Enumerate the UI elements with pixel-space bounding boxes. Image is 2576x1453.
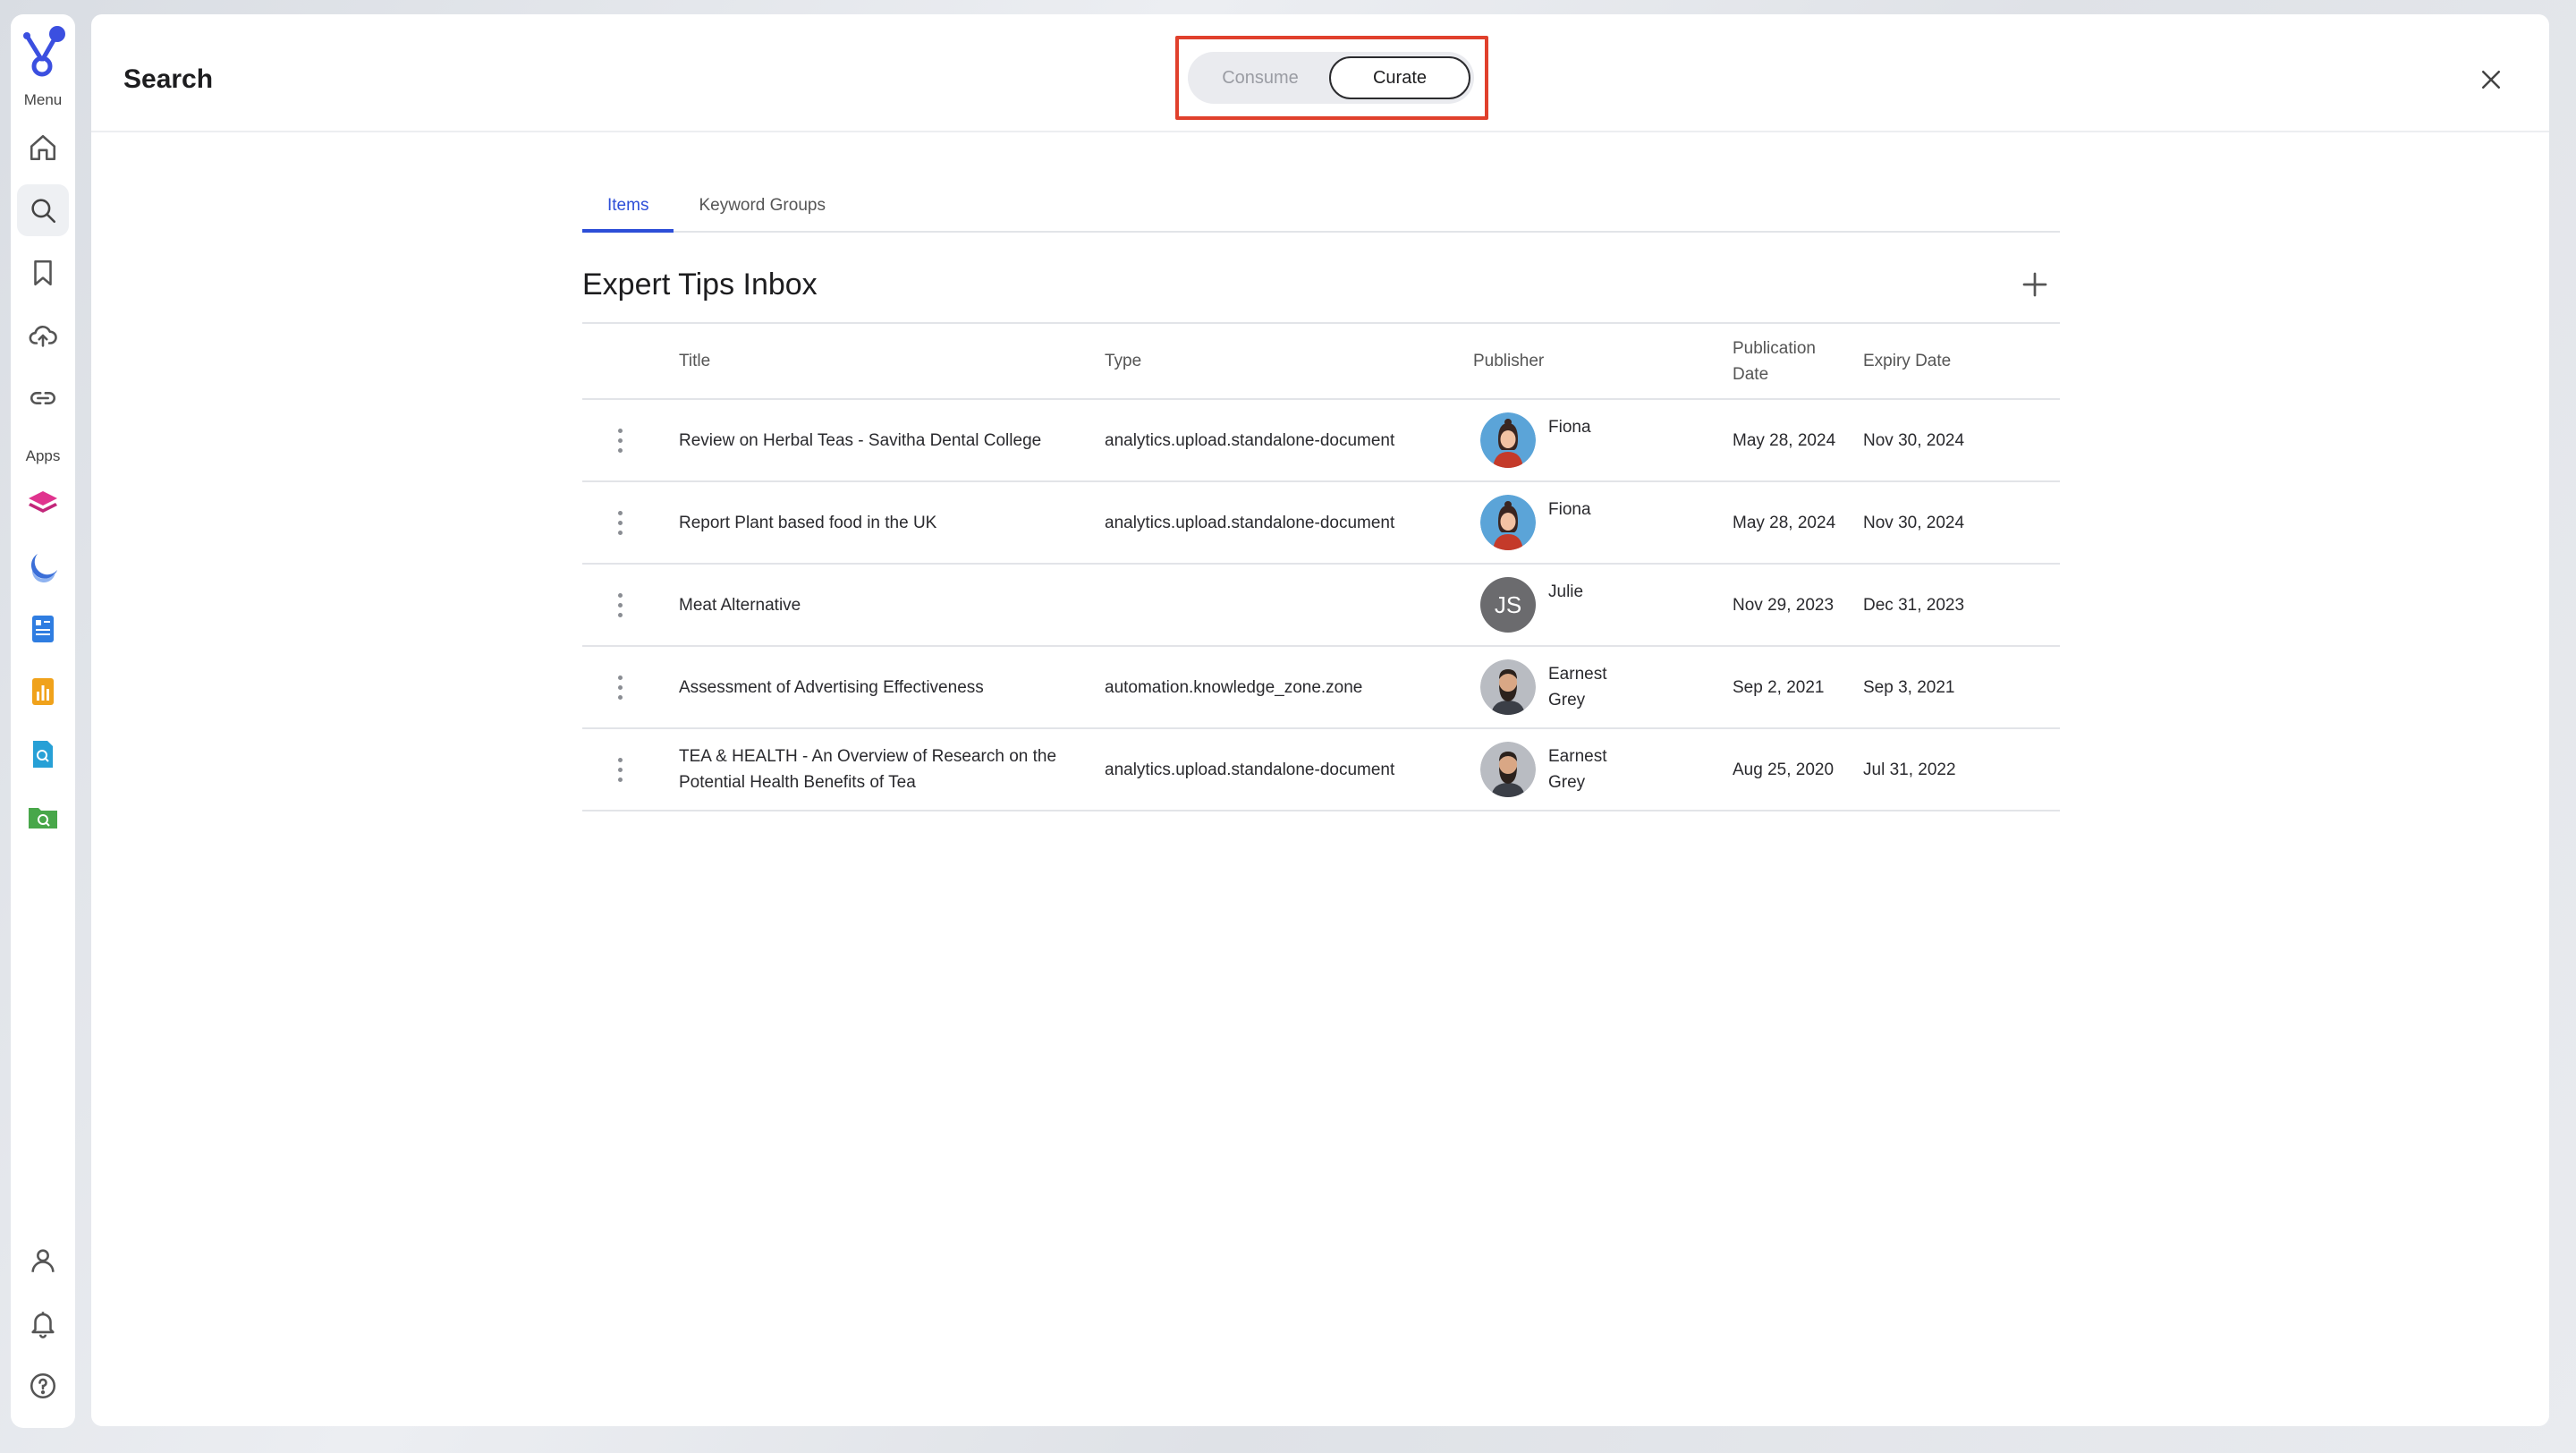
bell-icon (31, 1312, 55, 1338)
row-publication-date: May 28, 2024 (1733, 399, 1863, 482)
nav-upload-button[interactable] (17, 310, 69, 361)
row-title[interactable]: Meat Alternative (679, 564, 1105, 647)
row-publisher: JS Julie (1473, 577, 1733, 633)
app-moon-button[interactable] (17, 540, 69, 592)
upload-cloud-icon (29, 326, 57, 347)
table-row[interactable]: Report Plant based food in the UK analyt… (582, 481, 2060, 565)
menu-label: Menu (23, 91, 63, 108)
items-table: Title Type Publisher Publication Date Ex… (582, 324, 2060, 811)
row-publisher: Earnest Grey (1473, 659, 1733, 715)
avatar (1480, 412, 1536, 468)
avatar: JS (1480, 577, 1536, 633)
publisher-name: Fiona (1548, 500, 1591, 519)
row-expiry-date: Sep 3, 2021 (1863, 646, 2060, 729)
column-header-publisher[interactable]: Publisher (1473, 324, 1733, 400)
row-type: analytics.upload.standalone-document (1105, 728, 1473, 811)
table-row[interactable]: Review on Herbal Teas - Savitha Dental C… (582, 399, 2060, 482)
table-row[interactable]: Assessment of Advertising Effectiveness … (582, 646, 2060, 729)
blue-document-app-icon (32, 616, 54, 642)
mode-toggle[interactable]: Consume Curate (1188, 52, 1474, 104)
help-icon (30, 1372, 56, 1399)
row-menu-icon[interactable] (602, 669, 638, 705)
notifications-button[interactable] (17, 1297, 69, 1349)
publisher-name: Fiona (1548, 418, 1591, 437)
column-header-title[interactable]: Title (679, 324, 1105, 400)
blue-search-doc-app-icon (33, 741, 53, 768)
content-area: Items Keyword Groups Expert Tips Inbox T… (582, 193, 2060, 811)
row-expiry-date: Dec 31, 2023 (1863, 564, 2060, 647)
row-title[interactable]: Review on Herbal Teas - Savitha Dental C… (679, 399, 1105, 482)
tab-items[interactable]: Items (582, 193, 674, 233)
section-title: Expert Tips Inbox (582, 267, 818, 302)
table-row[interactable]: Meat Alternative JS Julie Nov 29, 2023 D… (582, 564, 2060, 647)
row-menu-icon[interactable] (602, 505, 638, 540)
left-nav-rail: Menu Apps (11, 14, 75, 1428)
row-type (1105, 564, 1473, 647)
app-chart-button[interactable] (17, 666, 69, 718)
publisher-name: Julie (1548, 582, 1584, 601)
publisher-name: Earnest Grey (1548, 747, 1607, 792)
nav-bookmark-button[interactable] (17, 247, 69, 299)
row-menu-icon[interactable] (602, 422, 638, 458)
column-header-expiry-date[interactable]: Expiry Date (1863, 324, 2060, 400)
search-icon (31, 199, 56, 224)
row-publisher: Fiona (1473, 495, 1733, 550)
blue-moon-app-icon (30, 554, 57, 583)
row-title[interactable]: Report Plant based food in the UK (679, 481, 1105, 565)
add-icon[interactable] (2019, 268, 2051, 301)
avatar (1480, 742, 1536, 797)
row-publisher: Fiona (1473, 412, 1733, 468)
row-menu-icon[interactable] (602, 752, 638, 787)
user-icon (31, 1249, 55, 1272)
row-type: automation.knowledge_zone.zone (1105, 646, 1473, 729)
row-publication-date: May 28, 2024 (1733, 481, 1863, 565)
mode-curate-option[interactable]: Curate (1329, 56, 1470, 99)
row-type: analytics.upload.standalone-document (1105, 399, 1473, 482)
column-header-type[interactable]: Type (1105, 324, 1473, 400)
close-icon[interactable] (2478, 66, 2504, 93)
row-expiry-date: Nov 30, 2024 (1863, 481, 2060, 565)
row-expiry-date: Nov 30, 2024 (1863, 399, 2060, 482)
app-document-button[interactable] (17, 603, 69, 655)
mode-consume-option[interactable]: Consume (1191, 56, 1329, 99)
app-logo-icon[interactable] (14, 23, 72, 81)
section-header: Expert Tips Inbox (582, 233, 2060, 324)
avatar (1480, 495, 1536, 550)
profile-button[interactable] (17, 1235, 69, 1287)
row-expiry-date: Jul 31, 2022 (1863, 728, 2060, 811)
link-icon (30, 392, 55, 404)
nav-link-button[interactable] (17, 372, 69, 424)
column-header-publication-date[interactable]: Publication Date (1733, 324, 1863, 400)
page-title: Search (123, 64, 214, 94)
bookmark-icon (34, 259, 52, 286)
panel-header: Search Consume Curate (91, 14, 2549, 132)
table-header-row: Title Type Publisher Publication Date Ex… (582, 324, 2060, 400)
row-publisher: Earnest Grey (1473, 742, 1733, 797)
green-folder-search-app-icon (29, 808, 57, 828)
avatar (1480, 659, 1536, 715)
tab-keyword-groups[interactable]: Keyword Groups (674, 193, 851, 233)
nav-search-button[interactable] (17, 184, 69, 236)
nav-home-button[interactable] (17, 122, 69, 174)
tab-bar: Items Keyword Groups (582, 193, 2060, 233)
app-layers-button[interactable] (17, 478, 69, 530)
pink-layers-app-icon (29, 491, 57, 513)
apps-label: Apps (25, 447, 61, 464)
app-folder-search-button[interactable] (17, 791, 69, 843)
publisher-name: Earnest Grey (1548, 665, 1607, 710)
home-icon (30, 134, 56, 161)
search-panel: Search Consume Curate Items Keyword Grou… (91, 14, 2549, 1426)
row-title[interactable]: TEA & HEALTH - An Overview of Research o… (679, 728, 1105, 811)
row-publication-date: Aug 25, 2020 (1733, 728, 1863, 811)
column-header-actions (582, 324, 679, 400)
app-search-doc-button[interactable] (17, 728, 69, 780)
row-title[interactable]: Assessment of Advertising Effectiveness (679, 646, 1105, 729)
row-publication-date: Nov 29, 2023 (1733, 564, 1863, 647)
row-type: analytics.upload.standalone-document (1105, 481, 1473, 565)
row-publication-date: Sep 2, 2021 (1733, 646, 1863, 729)
table-row[interactable]: TEA & HEALTH - An Overview of Research o… (582, 728, 2060, 811)
orange-chart-app-icon (32, 678, 54, 705)
help-button[interactable] (17, 1360, 69, 1412)
row-menu-icon[interactable] (602, 587, 638, 623)
